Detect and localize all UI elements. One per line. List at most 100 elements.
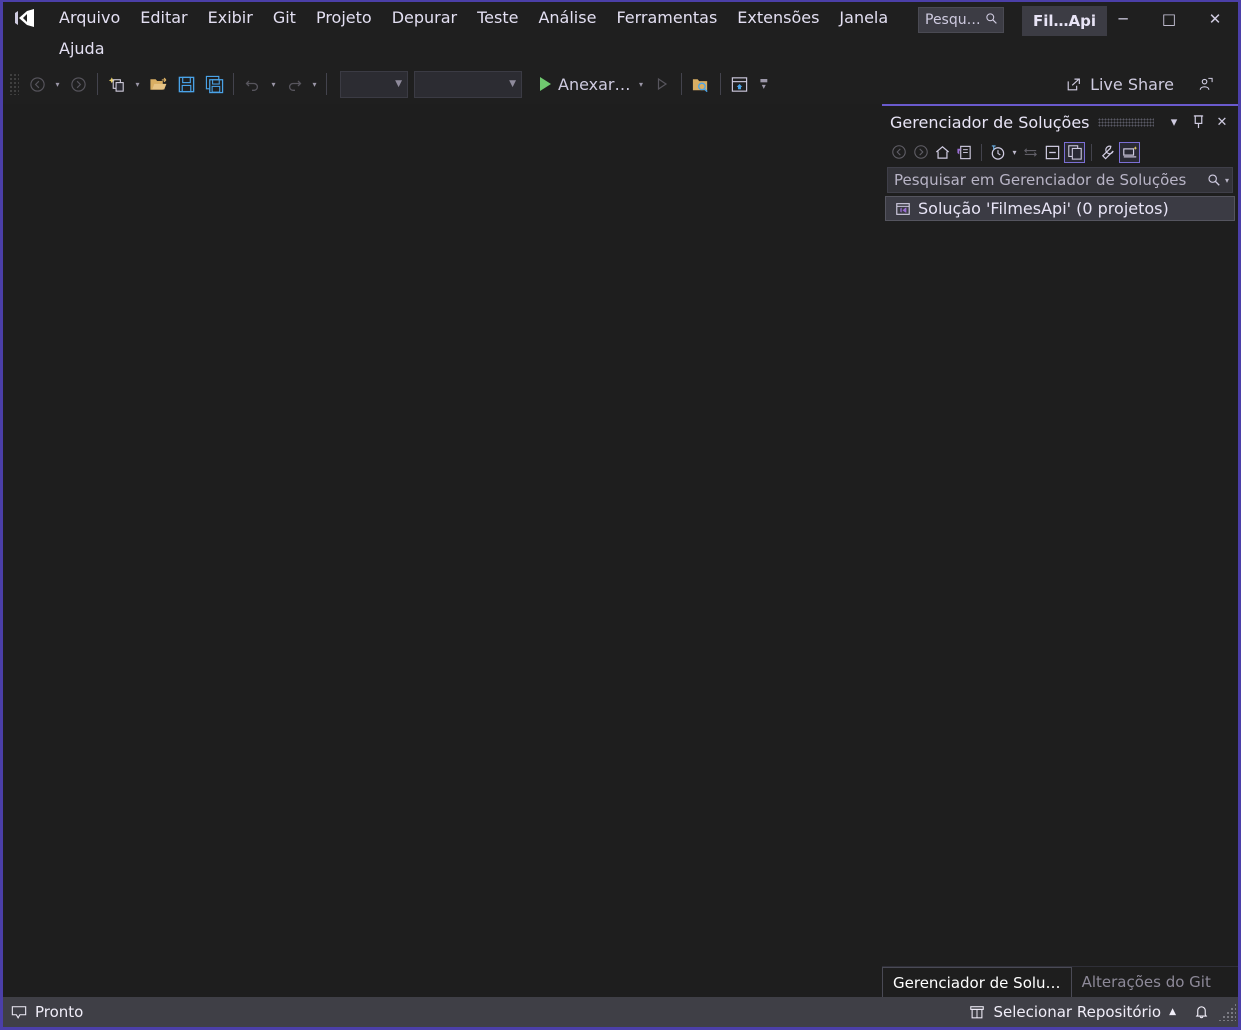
tab-git-changes[interactable]: Alterações do Git [1072, 967, 1221, 997]
open-folder-icon[interactable] [144, 71, 172, 97]
solution-explorer-toolbar: ▾ [882, 138, 1238, 166]
minimize-button[interactable]: ─ [1100, 2, 1146, 36]
solution-explorer-panel: Gerenciador de Soluções ▾ ✕ ▾ Pesquisar … [882, 104, 1238, 997]
close-button[interactable]: ✕ [1192, 2, 1238, 36]
editor-area[interactable] [3, 104, 882, 997]
toolbar-separator [233, 73, 234, 95]
title-search-placeholder: Pesqu… [925, 12, 981, 28]
redo-arrow-icon[interactable] [280, 71, 308, 97]
menu-editar[interactable]: Editar [130, 4, 197, 32]
toolbar-overflow-icon[interactable]: ▬ ▾ [760, 77, 769, 91]
se-toolbar-separator [981, 143, 982, 161]
menu-projeto[interactable]: Projeto [306, 4, 382, 32]
menu-ferramentas[interactable]: Ferramentas [606, 4, 727, 32]
title-search-box[interactable]: Pesqu… [918, 7, 1004, 33]
panel-dropdown-button[interactable]: ▾ [1162, 110, 1186, 134]
menu-extensoes[interactable]: Extensões [727, 4, 829, 32]
collapse-all-icon[interactable] [1042, 142, 1063, 163]
chevron-down-icon: ▼ [509, 79, 516, 89]
solution-tree[interactable]: Solução 'FilmesApi' (0 projetos) [882, 193, 1238, 966]
undo-arrow-icon[interactable] [239, 71, 267, 97]
menu-janela[interactable]: Janela [829, 4, 898, 32]
menu-exibir[interactable]: Exibir [198, 4, 263, 32]
solution-configurations-combo[interactable]: ▼ [340, 70, 408, 98]
se-toolbar-separator [1091, 143, 1092, 161]
navigate-forward-button[interactable] [64, 71, 92, 97]
clock-history-icon[interactable] [987, 142, 1008, 163]
save-all-icon[interactable] [200, 71, 228, 97]
chevron-down-icon[interactable]: ▾ [267, 71, 280, 97]
tab-solution-explorer[interactable]: Gerenciador de Solu… [882, 967, 1072, 997]
toolbar-separator [680, 73, 682, 95]
select-repository-button[interactable]: Selecionar Repositório ▲ [961, 999, 1184, 1025]
show-all-files-icon[interactable] [1064, 141, 1085, 163]
toolbar-grip[interactable] [9, 73, 19, 95]
menu-bar-row-2: Ajuda [3, 33, 1238, 64]
navigate-backward-button[interactable] [23, 71, 51, 97]
menu-ajuda[interactable]: Ajuda [49, 35, 115, 63]
save-icon[interactable] [172, 71, 200, 97]
live-share-button[interactable]: Live Share [1060, 71, 1180, 97]
tree-item-label: Solução 'FilmesApi' (0 projetos) [918, 199, 1169, 218]
chevron-down-icon[interactable]: ▾ [1009, 148, 1020, 157]
pending-changes-filter-icon[interactable] [954, 142, 975, 163]
status-ready-icon [11, 1005, 27, 1020]
solution-explorer-header: Gerenciador de Soluções ▾ ✕ [882, 106, 1238, 138]
window-controls: ─ □ ✕ [1100, 2, 1238, 36]
solution-explorer-tabs: Gerenciador de Solu… Alterações do Git [882, 966, 1238, 997]
folder-search-icon[interactable] [687, 71, 715, 97]
se-search-placeholder: Pesquisar em Gerenciador de Soluções [894, 171, 1187, 189]
toolbar-separator [97, 73, 98, 95]
resize-grip-icon[interactable] [1218, 1003, 1236, 1021]
panel-drag-dots[interactable] [1097, 117, 1154, 127]
chevron-down-icon[interactable]: ▾ [308, 71, 321, 97]
main-window: Arquivo Editar Exibir Git Projeto Depura… [0, 0, 1241, 1030]
search-icon [985, 12, 999, 29]
home-icon[interactable] [932, 142, 953, 163]
solution-name-chip[interactable]: Fil…Api [1022, 6, 1108, 36]
attach-debugger-label: Anexar… [558, 74, 631, 94]
window-layout-icon[interactable] [726, 71, 754, 97]
play-triangle-icon [540, 77, 551, 91]
se-forward-button[interactable] [910, 142, 931, 163]
attach-debugger-button[interactable]: Anexar… [534, 70, 635, 98]
status-ready: Pronto [11, 1003, 83, 1021]
live-share-label: Live Share [1090, 74, 1174, 94]
new-project-icon[interactable] [103, 71, 131, 97]
play-outline-icon[interactable] [648, 71, 676, 97]
tree-item-solution[interactable]: Solução 'FilmesApi' (0 projetos) [885, 196, 1235, 221]
panel-close-button[interactable]: ✕ [1210, 110, 1234, 134]
toolbar-separator [719, 73, 721, 95]
title-bar: Arquivo Editar Exibir Git Projeto Depura… [3, 2, 1238, 64]
notifications-button[interactable] [1184, 1004, 1218, 1020]
pin-icon[interactable] [1186, 110, 1210, 134]
chevron-down-icon[interactable]: ▾ [1225, 176, 1229, 185]
menu-git[interactable]: Git [263, 4, 306, 32]
menu-analise[interactable]: Análise [528, 4, 606, 32]
solution-explorer-title: Gerenciador de Soluções [890, 112, 1090, 132]
chevron-down-icon[interactable]: ▾ [635, 71, 648, 97]
menu-depurar[interactable]: Depurar [382, 4, 467, 32]
maximize-button[interactable]: □ [1146, 2, 1192, 36]
chevron-down-icon[interactable]: ▾ [131, 71, 144, 97]
workspace: Gerenciador de Soluções ▾ ✕ ▾ Pesquisar … [3, 104, 1238, 997]
send-feedback-icon[interactable] [1192, 71, 1218, 97]
chevron-down-icon: ▼ [395, 79, 402, 89]
preview-selected-items-icon[interactable] [1119, 141, 1140, 163]
sync-arrows-icon[interactable] [1020, 142, 1041, 163]
menu-teste[interactable]: Teste [467, 4, 528, 32]
standard-toolbar: ▾ ▾ ▾ ▾ ▼ ▼ Anexar… ▾ ▬ ▾ Live Share [3, 64, 1238, 104]
solution-platforms-combo[interactable]: ▼ [414, 70, 522, 98]
wrench-icon[interactable] [1097, 142, 1118, 163]
menu-arquivo[interactable]: Arquivo [49, 4, 130, 32]
status-ready-label: Pronto [35, 1003, 84, 1021]
select-repository-label: Selecionar Repositório [993, 1003, 1162, 1021]
solution-explorer-search-input[interactable]: Pesquisar em Gerenciador de Soluções ▾ [887, 167, 1233, 193]
status-bar: Pronto Selecionar Repositório ▲ [3, 997, 1238, 1027]
live-share-icon [1066, 76, 1082, 92]
solution-icon [895, 201, 911, 217]
se-back-button[interactable] [888, 142, 909, 163]
chevron-down-icon[interactable]: ▾ [51, 71, 64, 97]
repository-icon [969, 1005, 985, 1020]
visual-studio-logo-icon [11, 6, 39, 30]
